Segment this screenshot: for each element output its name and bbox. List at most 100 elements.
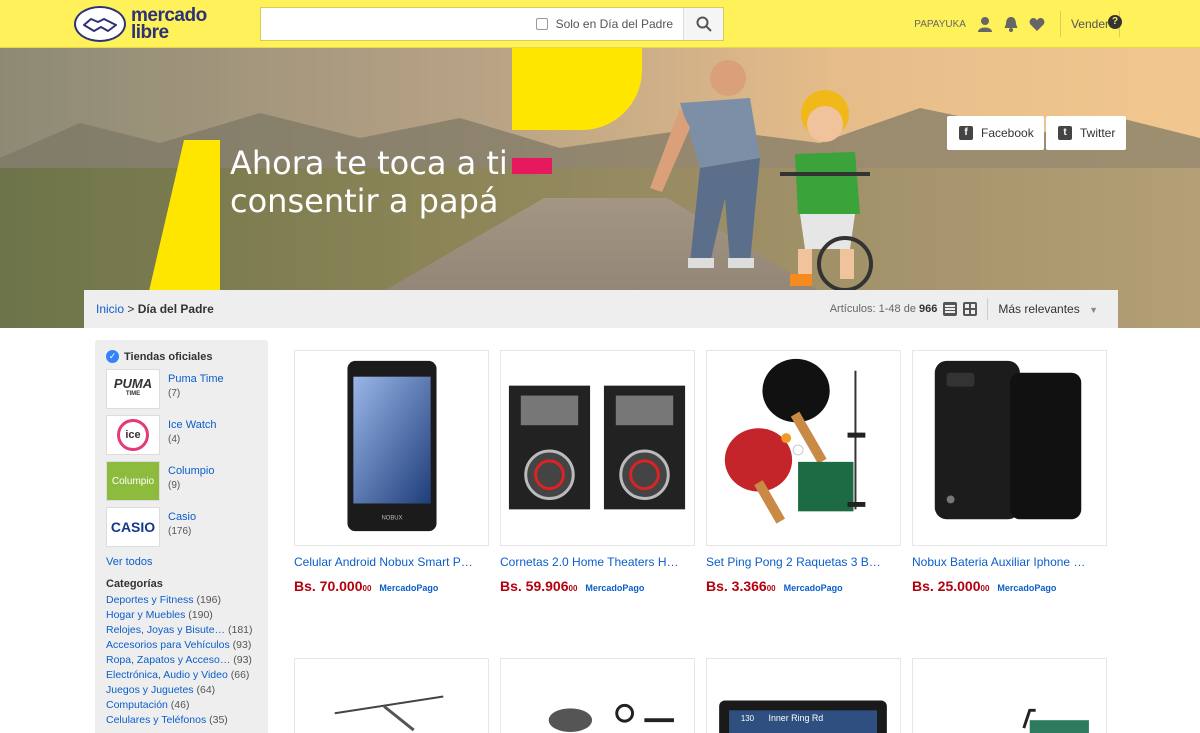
grid-view-icon[interactable] — [963, 302, 978, 316]
category-name[interactable]: Relojes, Joyas y Bisute… — [106, 624, 225, 636]
headline-line-2: consentir a papá — [230, 182, 499, 220]
twitter-label: Twitter — [1080, 126, 1116, 140]
product-title-link[interactable]: Cornetas 2.0 Home Theaters H… — [500, 555, 695, 569]
headline-line-1: Ahora te toca a ti — [230, 144, 508, 182]
username[interactable]: PAPAYUKA — [914, 19, 966, 30]
category-count: (66) — [230, 669, 250, 681]
product-image-phone: NOBUX — [347, 360, 437, 532]
store-count: (4) — [168, 434, 181, 445]
casio-logo-text: CASIO — [110, 519, 156, 535]
store-name[interactable]: Casio — [168, 511, 196, 523]
store-item-casio[interactable]: CASIO Casio (176) — [106, 507, 257, 552]
heart-icon[interactable] — [1024, 11, 1050, 37]
product-card-gps[interactable]: Inner Ring Rd 130 — [706, 658, 901, 733]
category-item[interactable]: Ropa, Zapatos y Acceso… (93) — [106, 653, 257, 668]
store-name[interactable]: Puma Time — [168, 373, 224, 385]
help-icon[interactable]: ? — [1108, 15, 1122, 29]
list-view-icon[interactable] — [943, 302, 958, 316]
category-name[interactable]: Juegos y Juguetes — [106, 684, 194, 696]
search-button[interactable] — [683, 8, 723, 40]
product-title-link[interactable]: Nobux Bateria Auxiliar Iphone … — [912, 555, 1107, 569]
mercadopago-badge: MercadoPago — [379, 583, 439, 593]
product-image-accessory — [548, 703, 674, 733]
product-image-helicopter — [334, 695, 444, 732]
product-info: Nobux Bateria Auxiliar Iphone … Bs. 25.0… — [912, 555, 1107, 594]
category-name[interactable]: Celulares y Teléfonos — [106, 714, 206, 726]
product-title-link[interactable]: Celular Android Nobux Smart P… — [294, 555, 489, 569]
mercadopago-badge: MercadoPago — [783, 583, 843, 593]
mercadolibre-logo[interactable]: mercado libre — [74, 5, 234, 43]
user-icon[interactable] — [972, 11, 998, 37]
official-stores-title: ✓ Tiendas oficiales — [106, 350, 257, 363]
top-header: mercado libre Solo en Día del Padre PAPA… — [0, 0, 1200, 48]
store-name[interactable]: Columpio — [168, 465, 214, 477]
category-name[interactable]: Computación — [106, 699, 168, 711]
store-item-columpio[interactable]: Columpio Columpio (9) — [106, 461, 257, 506]
logo-wordmark: mercado libre — [131, 6, 207, 42]
category-name[interactable]: Deportes y Fitness — [106, 594, 194, 606]
category-item[interactable]: Electrónica, Audio y Video (66) — [106, 668, 257, 683]
product-price: Bs. 3.366 — [706, 578, 767, 594]
product-title-link[interactable]: Set Ping Pong 2 Raquetas 3 B… — [706, 555, 901, 569]
product-card-speakers[interactable] — [500, 350, 695, 546]
product-card-ping-pong[interactable] — [706, 350, 901, 546]
columpio-logo: Columpio — [106, 461, 160, 501]
search-bar: Solo en Día del Padre — [260, 7, 724, 41]
category-count: (35) — [209, 714, 228, 726]
product-price: Bs. 70.000 — [294, 578, 363, 594]
store-item-ice-watch[interactable]: ice Ice Watch (4) — [106, 415, 257, 460]
category-item[interactable]: Juegos y Juguetes (64) — [106, 683, 257, 698]
category-item[interactable]: Computación (46) — [106, 698, 257, 713]
product-card-accessory[interactable] — [500, 658, 695, 733]
category-item[interactable]: Celulares y Teléfonos (35) — [106, 713, 257, 728]
columpio-logo-text: Columpio — [111, 475, 155, 487]
search-input[interactable] — [261, 8, 536, 40]
product-card-tool[interactable] — [912, 658, 1107, 733]
price-row: Bs. 25.000 00 MercadoPago — [912, 578, 1107, 594]
sort-dropdown[interactable]: Más relevantes ▼ — [998, 302, 1098, 316]
breadcrumb-home-link[interactable]: Inicio — [96, 302, 124, 316]
bell-icon[interactable] — [998, 11, 1024, 37]
twitter-share-button[interactable]: t Twitter — [1046, 116, 1126, 150]
filters-sidebar: ✓ Tiendas oficiales PUMA TIME Puma Time … — [95, 340, 268, 733]
product-card-phone[interactable]: NOBUX — [294, 350, 489, 546]
product-info: Celular Android Nobux Smart P… Bs. 70.00… — [294, 555, 489, 594]
category-item[interactable]: Accesorios para Vehículos (93) — [106, 638, 257, 653]
product-card-battery-case[interactable] — [912, 350, 1107, 546]
facebook-icon: f — [959, 126, 973, 140]
header-divider — [1059, 11, 1061, 37]
product-price: Bs. 25.000 — [912, 578, 981, 594]
handshake-icon — [74, 6, 126, 42]
verified-check-icon: ✓ — [106, 350, 119, 363]
category-item[interactable]: Deportes y Fitness (196) — [106, 593, 257, 608]
category-count: (46) — [170, 699, 190, 711]
mercadopago-badge: MercadoPago — [997, 583, 1057, 593]
category-item[interactable]: Hogar y Muebles (190) — [106, 608, 257, 623]
fathers-day-banner[interactable]: Ahora te toca a ti consentir a papá f Fa… — [0, 48, 1200, 328]
sell-link[interactable]: Vender — [1071, 17, 1109, 31]
results-count-prefix: Artículos: 1-48 de — [829, 303, 916, 315]
categories-title: Categorías — [106, 578, 163, 590]
product-price: Bs. 59.906 — [500, 578, 569, 594]
puma-logo-subtext: TIME — [125, 391, 141, 397]
only-in-event-checkbox[interactable] — [535, 18, 548, 30]
store-name[interactable]: Ice Watch — [168, 419, 217, 431]
category-item[interactable]: Relojes, Joyas y Bisute… (181) — [106, 623, 257, 638]
product-image-tool — [1022, 708, 1089, 733]
breadcrumb-bar: Inicio > Día del Padre Artículos: 1-48 d… — [84, 290, 1118, 328]
facebook-share-button[interactable]: f Facebook — [947, 116, 1044, 150]
results-controls: Artículos: 1-48 de 966 Más relevantes ▼ — [830, 298, 1118, 320]
category-name[interactable]: Accesorios para Vehículos — [106, 639, 230, 651]
store-item-puma[interactable]: PUMA TIME Puma Time (7) — [106, 369, 257, 414]
product-image-speakers — [508, 385, 686, 510]
filter-checkbox-wrap[interactable]: Solo en Día del Padre — [535, 8, 683, 40]
category-name[interactable]: Ropa, Zapatos y Acceso… — [106, 654, 230, 666]
ice-watch-logo-text: ice — [117, 419, 149, 451]
category-name[interactable]: Electrónica, Audio y Video — [106, 669, 228, 681]
sort-label: Más relevantes — [998, 302, 1080, 316]
price-row: Bs. 70.000 00 MercadoPago — [294, 578, 489, 594]
category-name[interactable]: Hogar y Muebles — [106, 609, 185, 621]
product-card-helicopter[interactable] — [294, 658, 489, 733]
gps-street-text: Inner Ring Rd — [768, 713, 823, 723]
see-all-stores-link[interactable]: Ver todos — [106, 556, 257, 568]
